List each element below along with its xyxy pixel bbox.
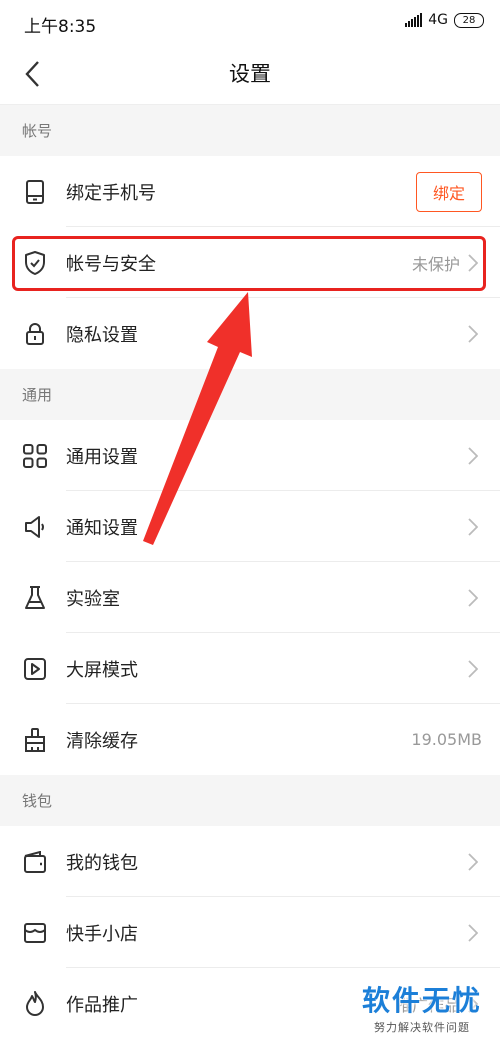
speaker-icon <box>22 514 48 540</box>
row-privacy-settings[interactable]: 隐私设置 <box>0 298 500 369</box>
row-general-settings[interactable]: 通用设置 <box>0 420 500 491</box>
wallet-icon <box>22 849 48 875</box>
cache-size: 19.05MB <box>411 730 482 749</box>
chevron-right-icon <box>468 324 482 344</box>
battery-icon: 28 <box>454 12 484 28</box>
row-bind-phone[interactable]: 绑定手机号 绑定 <box>0 156 500 227</box>
row-label: 快手小店 <box>66 923 138 945</box>
play-screen-icon <box>22 656 48 682</box>
row-notification-settings[interactable]: 通知设置 <box>0 491 500 562</box>
row-account-security[interactable]: 帐号与安全 未保护 <box>0 227 500 298</box>
security-status: 未保护 <box>411 254 460 274</box>
nav-bar: 设置 <box>0 44 500 105</box>
watermark-title: 软件无忧 <box>361 984 482 1017</box>
shield-icon <box>22 250 48 276</box>
chevron-right-icon <box>468 852 482 872</box>
row-label: 大屏模式 <box>66 659 138 681</box>
flame-icon <box>22 990 48 1017</box>
flask-icon <box>22 585 48 611</box>
bind-phone-button[interactable]: 绑定 <box>416 171 482 212</box>
status-bar: 上午8:35 4G 28 <box>0 0 500 44</box>
row-label: 通用设置 <box>66 446 138 468</box>
row-kuaishou-shop[interactable]: 快手小店 <box>0 897 500 968</box>
row-my-wallet[interactable]: 我的钱包 <box>0 826 500 897</box>
row-label: 通知设置 <box>66 517 138 539</box>
chevron-right-icon <box>468 517 482 537</box>
network-type: 4G <box>428 12 448 28</box>
status-time: 上午8:35 <box>24 17 97 37</box>
row-large-screen-mode[interactable]: 大屏模式 <box>0 633 500 704</box>
shop-icon <box>22 920 48 946</box>
page-title: 设置 <box>229 62 271 86</box>
section-header-account: 帐号 <box>0 105 500 156</box>
chevron-right-icon <box>468 253 482 273</box>
status-indicators: 4G 28 <box>405 12 484 28</box>
row-lab[interactable]: 实验室 <box>0 562 500 633</box>
row-clear-cache[interactable]: 清除缓存 19.05MB <box>0 704 500 775</box>
section-header-wallet: 钱包 <box>0 775 500 826</box>
watermark-subtitle: 努力解决软件问题 <box>373 1021 470 1034</box>
chevron-right-icon <box>468 923 482 943</box>
signal-icon <box>405 13 423 27</box>
chevron-right-icon <box>468 659 482 679</box>
row-label: 隐私设置 <box>66 324 138 346</box>
row-label: 实验室 <box>66 588 120 610</box>
grid-icon <box>22 443 48 469</box>
row-label: 我的钱包 <box>66 852 138 874</box>
section-header-general: 通用 <box>0 369 500 420</box>
chevron-right-icon <box>468 446 482 466</box>
phone-icon <box>22 179 48 205</box>
watermark: 软件无忧 努力解决软件问题 <box>362 979 482 1035</box>
broom-icon <box>22 727 48 753</box>
lock-icon <box>22 321 48 347</box>
chevron-right-icon <box>468 588 482 608</box>
